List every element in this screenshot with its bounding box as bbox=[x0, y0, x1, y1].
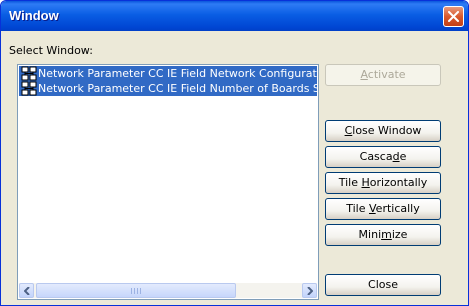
tile-vertically-button[interactable]: Tile Vertically bbox=[325, 198, 441, 220]
network-parameter-icon bbox=[21, 81, 37, 96]
activate-button[interactable]: Activate bbox=[325, 64, 441, 86]
close-icon[interactable] bbox=[443, 6, 464, 27]
list-item[interactable]: Network Parameter CC IE Field Network Co… bbox=[19, 66, 317, 81]
horizontal-scrollbar[interactable] bbox=[19, 283, 317, 298]
scroll-left-button[interactable] bbox=[19, 283, 34, 298]
window-dialog: Window Select Window: Network Parameter … bbox=[0, 0, 469, 306]
scroll-thumb[interactable] bbox=[36, 283, 236, 298]
list-item-label: Network Parameter CC IE Field Number of … bbox=[38, 82, 317, 95]
network-parameter-icon bbox=[21, 66, 37, 81]
scroll-right-button[interactable] bbox=[302, 283, 317, 298]
close-button[interactable]: Close bbox=[325, 274, 441, 296]
minimize-button[interactable]: Minimize bbox=[325, 224, 441, 246]
chevron-left-icon bbox=[24, 287, 30, 295]
tile-horizontally-button[interactable]: Tile Horizontally bbox=[325, 172, 441, 194]
window-list[interactable]: Network Parameter CC IE Field Network Co… bbox=[17, 64, 319, 300]
list-item-label: Network Parameter CC IE Field Network Co… bbox=[38, 67, 317, 80]
list-item[interactable]: Network Parameter CC IE Field Number of … bbox=[19, 81, 317, 96]
cascade-button[interactable]: Cascade bbox=[325, 146, 441, 168]
close-window-button[interactable]: Close Window bbox=[325, 120, 441, 142]
title-bar[interactable]: Window bbox=[1, 1, 468, 31]
chevron-right-icon bbox=[307, 287, 313, 295]
select-window-label: Select Window: bbox=[9, 44, 93, 57]
window-title: Window bbox=[9, 8, 59, 23]
dialog-body: Select Window: Network Parameter CC IE F… bbox=[4, 31, 465, 302]
